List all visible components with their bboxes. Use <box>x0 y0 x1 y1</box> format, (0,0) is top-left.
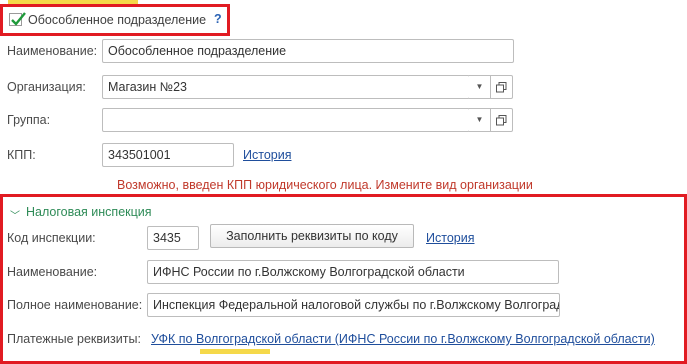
group-dropdown-button[interactable]: ▼ <box>469 108 491 132</box>
kpp-history-link[interactable]: История <box>243 148 291 162</box>
kpp-label: КПП: <box>7 148 36 162</box>
payment-details-link[interactable]: УФК по Волгоградской области (ИФНС Росси… <box>151 332 655 346</box>
inspection-code-label: Код инспекции: <box>7 231 96 245</box>
payment-details-label: Платежные реквизиты: <box>7 332 141 346</box>
checkmark-icon <box>11 12 26 26</box>
tax-section-title[interactable]: Налоговая инспекция <box>26 205 152 219</box>
dropdown-arrow-icon: ▼ <box>475 82 484 91</box>
fill-by-code-button[interactable]: Заполнить реквизиты по коду <box>210 224 414 248</box>
group-input[interactable] <box>102 108 470 132</box>
name-input[interactable]: Обособленное подразделение <box>102 39 514 63</box>
help-icon[interactable]: ? <box>214 12 222 26</box>
organization-label: Организация: <box>7 80 86 94</box>
full-name-label: Полное наименование: <box>7 298 143 312</box>
tax-name-label: Наименование: <box>7 265 98 279</box>
separate-division-label[interactable]: Обособленное подразделение <box>28 13 206 27</box>
organization-input[interactable]: Магазин №23 <box>102 75 470 99</box>
inspection-code-input[interactable]: 3435 <box>147 226 199 250</box>
tax-history-link[interactable]: История <box>426 231 474 245</box>
separate-division-checkbox[interactable] <box>9 12 26 26</box>
full-name-input[interactable]: Инспекция Федеральной налоговой службы п… <box>147 293 560 317</box>
organization-open-button[interactable] <box>491 75 513 99</box>
open-window-icon <box>496 115 507 126</box>
tax-name-input[interactable]: ИФНС России по г.Волжскому Волгоградской… <box>147 260 559 284</box>
chevron-down-icon[interactable]: ﹀ <box>10 207 20 222</box>
kpp-warning: Возможно, введен КПП юридического лица. … <box>117 178 533 192</box>
organization-dropdown-button[interactable]: ▼ <box>469 75 491 99</box>
dropdown-arrow-icon: ▼ <box>475 115 484 124</box>
open-window-icon <box>496 82 507 93</box>
group-open-button[interactable] <box>491 108 513 132</box>
group-label: Группа: <box>7 113 51 127</box>
kpp-input[interactable]: 343501001 <box>102 143 234 167</box>
name-label: Наименование: <box>7 44 98 58</box>
